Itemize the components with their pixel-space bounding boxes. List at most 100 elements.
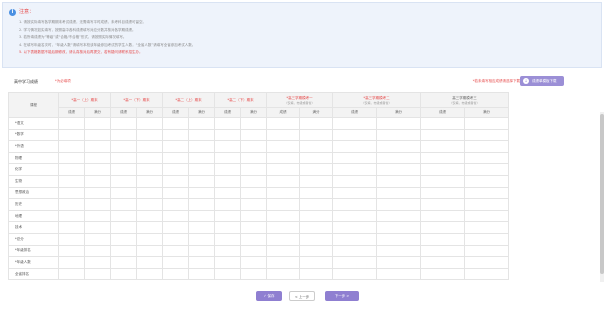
full-score-input-cell[interactable] [376,151,421,165]
full-score-input-cell[interactable] [136,151,163,165]
score-input-cell[interactable] [420,151,465,165]
score-input-cell[interactable] [420,186,465,200]
full-score-input-cell[interactable] [299,198,333,211]
score-input-cell[interactable] [266,151,300,165]
full-score-input-cell[interactable] [84,117,111,130]
score-input-cell[interactable] [58,244,85,258]
score-input-cell[interactable] [58,174,85,188]
score-input-cell[interactable] [214,221,241,234]
full-score-input-cell[interactable] [84,209,111,223]
score-input-cell[interactable] [266,198,300,211]
score-input-cell[interactable] [110,198,137,211]
full-score-input-cell[interactable] [464,163,509,176]
full-score-input-cell[interactable] [136,128,163,142]
full-score-input-cell[interactable] [188,117,215,130]
score-input-cell[interactable] [266,117,300,130]
score-input-cell[interactable] [58,151,85,165]
score-input-cell[interactable] [420,256,465,269]
full-score-input-cell[interactable] [299,117,333,130]
score-input-cell[interactable] [214,186,241,200]
full-score-input-cell[interactable] [376,198,421,211]
full-score-input-cell[interactable] [464,174,509,188]
full-score-input-cell[interactable] [464,256,509,269]
score-input-cell[interactable] [162,244,189,258]
save-button[interactable]: ✓ 保存 [256,291,282,301]
full-score-input-cell[interactable] [84,128,111,142]
full-score-input-cell[interactable] [464,151,509,165]
full-score-input-cell[interactable] [136,186,163,200]
score-input-cell[interactable] [420,267,465,281]
full-score-input-cell[interactable] [376,209,421,223]
full-score-input-cell[interactable] [84,232,111,246]
download-template-button[interactable]: ↓ 成绩单模板下载 [520,76,564,86]
full-score-input-cell[interactable] [464,244,509,258]
score-input-cell[interactable] [266,186,300,200]
score-input-cell[interactable] [58,140,85,153]
full-score-input-cell[interactable] [299,140,333,153]
score-input-cell[interactable] [420,128,465,142]
full-score-input-cell[interactable] [464,198,509,211]
full-score-input-cell[interactable] [188,209,215,223]
full-score-input-cell[interactable] [299,232,333,246]
full-score-input-cell[interactable] [299,244,333,258]
score-input-cell[interactable] [420,117,465,130]
full-score-input-cell[interactable] [188,174,215,188]
score-input-cell[interactable] [420,198,465,211]
score-input-cell[interactable] [58,209,85,223]
score-input-cell[interactable] [58,221,85,234]
full-score-input-cell[interactable] [188,244,215,258]
score-input-cell[interactable] [110,244,137,258]
full-score-input-cell[interactable] [240,198,267,211]
full-score-input-cell[interactable] [464,186,509,200]
full-score-input-cell[interactable] [376,221,421,234]
full-score-input-cell[interactable] [240,117,267,130]
score-input-cell[interactable] [162,198,189,211]
score-input-cell[interactable] [420,140,465,153]
score-input-cell[interactable] [110,140,137,153]
score-input-cell[interactable] [214,256,241,269]
score-input-cell[interactable] [420,163,465,176]
score-input-cell[interactable] [162,128,189,142]
score-input-cell[interactable] [420,232,465,246]
full-score-input-cell[interactable] [299,209,333,223]
score-input-cell[interactable] [58,267,85,281]
full-score-input-cell[interactable] [299,163,333,176]
full-score-input-cell[interactable] [84,140,111,153]
score-input-cell[interactable] [332,256,377,269]
full-score-input-cell[interactable] [136,140,163,153]
full-score-input-cell[interactable] [376,267,421,281]
score-input-cell[interactable] [162,140,189,153]
score-input-cell[interactable] [214,209,241,223]
score-input-cell[interactable] [332,117,377,130]
score-input-cell[interactable] [58,163,85,176]
full-score-input-cell[interactable] [240,244,267,258]
score-input-cell[interactable] [162,174,189,188]
full-score-input-cell[interactable] [299,267,333,281]
score-input-cell[interactable] [58,232,85,246]
full-score-input-cell[interactable] [136,256,163,269]
full-score-input-cell[interactable] [188,128,215,142]
full-score-input-cell[interactable] [136,232,163,246]
score-input-cell[interactable] [420,221,465,234]
full-score-input-cell[interactable] [376,232,421,246]
score-input-cell[interactable] [162,256,189,269]
score-input-cell[interactable] [214,232,241,246]
full-score-input-cell[interactable] [240,186,267,200]
full-score-input-cell[interactable] [84,174,111,188]
score-input-cell[interactable] [110,209,137,223]
score-input-cell[interactable] [332,198,377,211]
score-input-cell[interactable] [110,174,137,188]
score-input-cell[interactable] [266,174,300,188]
full-score-input-cell[interactable] [299,174,333,188]
score-input-cell[interactable] [58,128,85,142]
full-score-input-cell[interactable] [84,186,111,200]
score-input-cell[interactable] [162,117,189,130]
score-input-cell[interactable] [420,209,465,223]
score-input-cell[interactable] [332,209,377,223]
full-score-input-cell[interactable] [84,198,111,211]
score-input-cell[interactable] [266,128,300,142]
full-score-input-cell[interactable] [464,140,509,153]
score-input-cell[interactable] [162,151,189,165]
full-score-input-cell[interactable] [376,117,421,130]
score-input-cell[interactable] [266,244,300,258]
